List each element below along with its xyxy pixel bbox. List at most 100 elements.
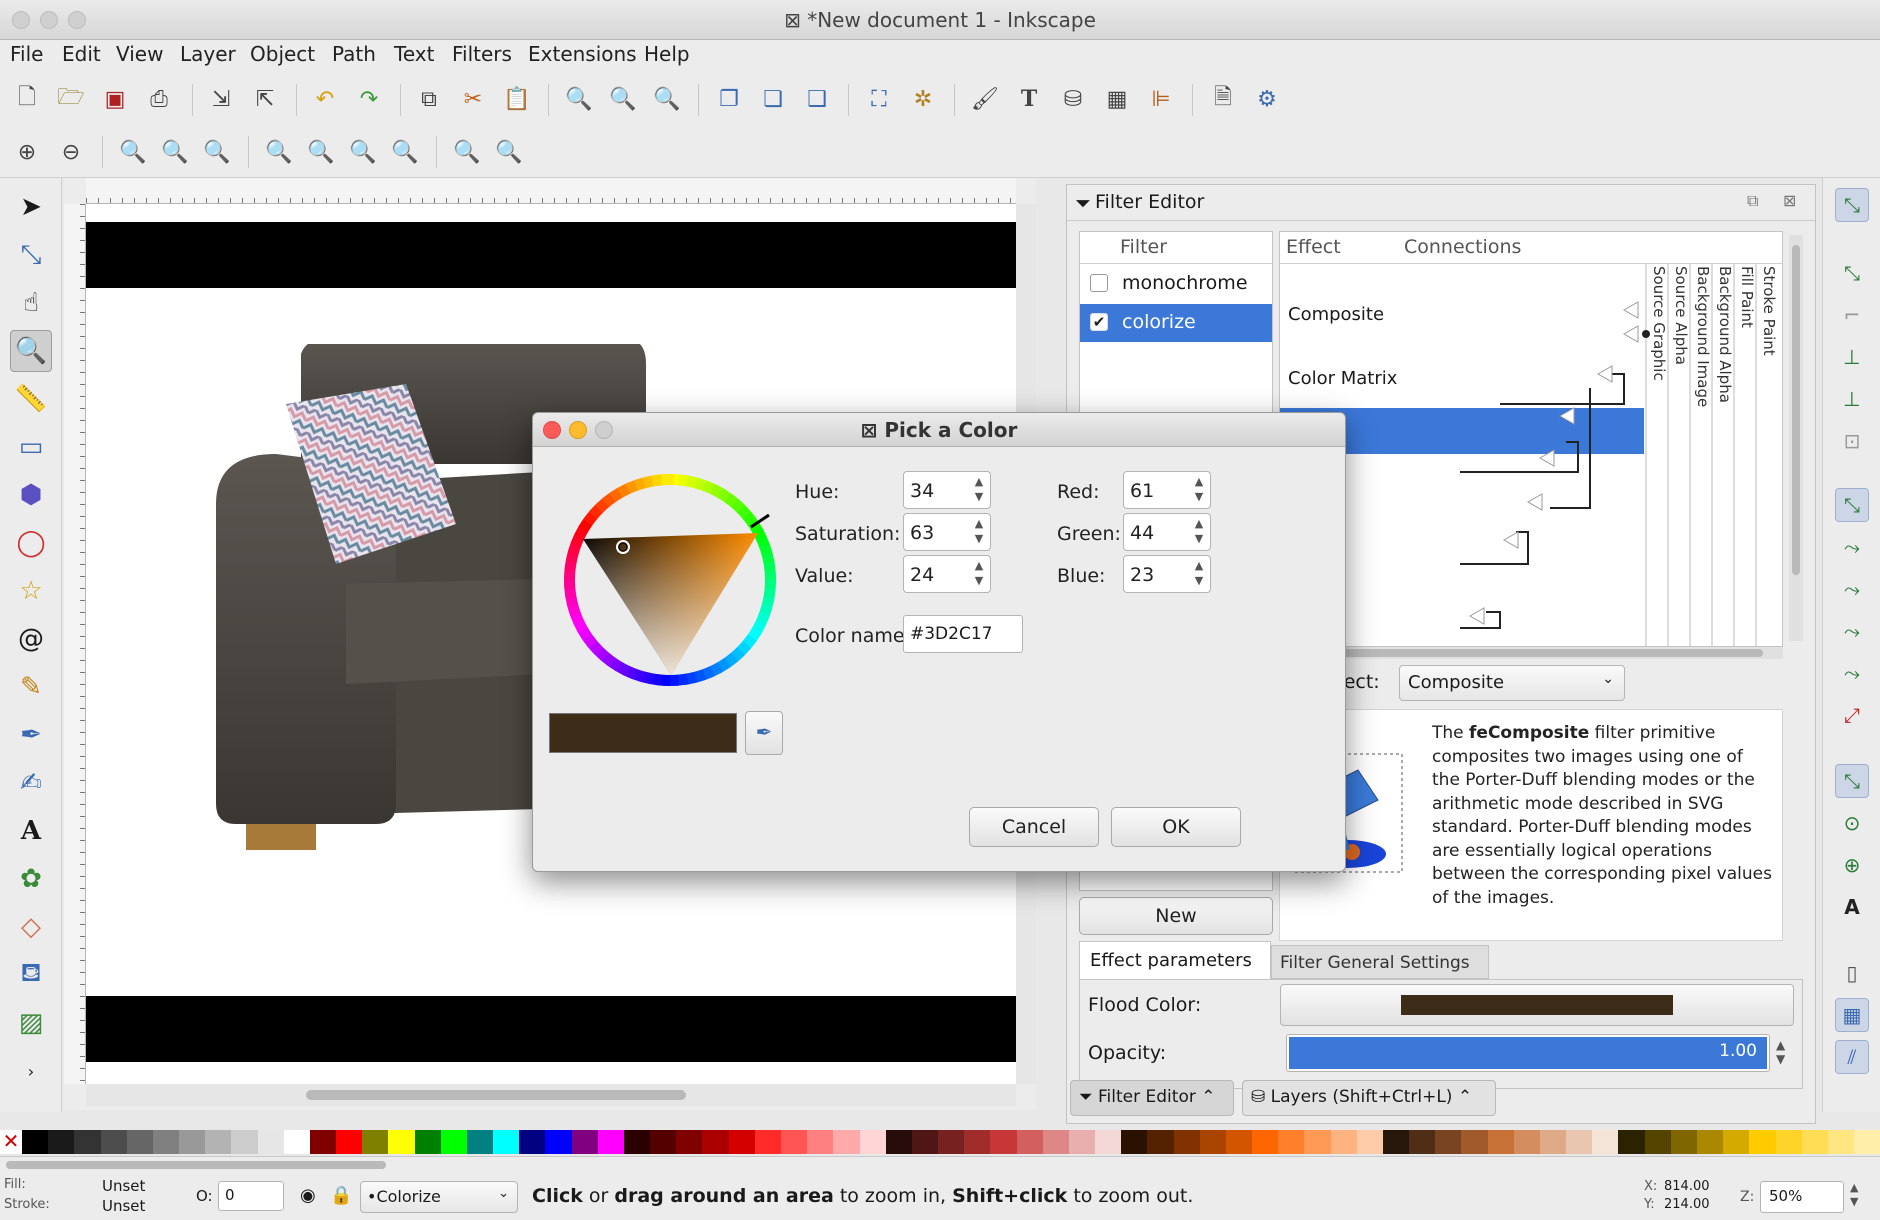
palette-swatch[interactable] — [702, 1130, 729, 1154]
palette-swatch[interactable] — [1513, 1130, 1540, 1154]
palette-swatch[interactable] — [833, 1130, 860, 1154]
palette-swatch[interactable] — [205, 1130, 232, 1154]
zoom-out-icon[interactable]: ⊖ — [56, 137, 86, 167]
gradient-tool-icon[interactable]: ▨ — [10, 1002, 52, 1044]
new-document-icon[interactable]: 🗋 — [12, 84, 42, 114]
paste-icon[interactable]: 📋 — [502, 84, 532, 114]
print-icon[interactable]: ⎙ — [144, 84, 174, 114]
group-icon[interactable]: ⛶ — [864, 84, 894, 114]
palette-swatch[interactable] — [336, 1130, 363, 1154]
new-filter-button[interactable]: New — [1079, 897, 1273, 935]
more-tools-chevron-icon[interactable]: › — [10, 1050, 52, 1092]
palette-swatch[interactable] — [1644, 1130, 1671, 1154]
palette-swatch[interactable] — [859, 1130, 886, 1154]
zoom-input[interactable]: 50% — [1760, 1181, 1844, 1213]
dock-tab-layers[interactable]: ⛁ Layers (Shift+Ctrl+L) ⌃ — [1242, 1080, 1496, 1116]
snap-bbox-midpoint-icon[interactable]: ⊥ — [1835, 382, 1869, 416]
palette-swatch[interactable] — [1592, 1130, 1619, 1154]
palette-swatch[interactable] — [1539, 1130, 1567, 1154]
snap-page-border-icon[interactable]: ▯ — [1835, 956, 1869, 990]
zoom-spin-arrows-icon[interactable]: ▲ ▼ — [1850, 1181, 1858, 1209]
ungroup-icon[interactable]: ✲ — [908, 84, 938, 114]
palette-swatch[interactable] — [1801, 1130, 1828, 1154]
red-spinbox[interactable]: 61 ▲ ▼ — [1123, 471, 1211, 509]
pencil-tool-icon[interactable]: ✎ — [10, 666, 52, 708]
value-spinbox[interactable]: 24 ▲ ▼ — [903, 555, 991, 593]
palette-swatch[interactable] — [911, 1130, 939, 1154]
palette-swatch[interactable] — [650, 1130, 677, 1154]
palette-swatch[interactable] — [1225, 1130, 1253, 1154]
filter-checkbox-monochrome[interactable] — [1090, 274, 1108, 292]
menu-view[interactable]: View — [116, 42, 163, 66]
cut-icon[interactable]: ✂ — [458, 84, 488, 114]
measure-tool-icon[interactable]: 📏 — [10, 378, 52, 420]
palette-swatch[interactable] — [1147, 1130, 1174, 1154]
menu-object[interactable]: Object — [250, 42, 315, 66]
palette-swatch[interactable] — [1670, 1130, 1697, 1154]
3d-box-tool-icon[interactable]: ⬢ — [10, 474, 52, 516]
color-name-input[interactable]: #3D2C17 — [903, 615, 1023, 653]
spin-arrows-icon[interactable]: ▲ ▼ — [970, 558, 988, 590]
text-font-icon[interactable]: T — [1014, 84, 1044, 114]
palette-swatch[interactable] — [1566, 1130, 1593, 1154]
visibility-eye-icon[interactable]: ◉ — [300, 1185, 316, 1206]
color-palette[interactable]: ✕ — [0, 1130, 1880, 1154]
zoom-selection-2-icon[interactable]: 🔍 — [264, 137, 294, 167]
menu-edit[interactable]: Edit — [62, 42, 101, 66]
zoom-1-1-icon[interactable]: 🔍 — [118, 137, 148, 167]
spin-arrows-icon[interactable]: ▲ ▼ — [970, 516, 988, 548]
snap-bbox-icon[interactable]: ⤡ — [1835, 256, 1869, 290]
snap-grid-icon[interactable]: ▦ — [1835, 998, 1869, 1032]
layers-icon[interactable]: ⛁ — [1058, 84, 1088, 114]
opacity-slider[interactable]: 1.00 — [1286, 1034, 1770, 1072]
text-tool-icon[interactable]: A — [10, 810, 52, 852]
open-icon[interactable]: 🗁 — [56, 84, 86, 114]
palette-swatch[interactable] — [1435, 1130, 1462, 1154]
snap-smooth-nodes-icon[interactable]: ⤳ — [1835, 656, 1869, 690]
effects-vertical-scrollbar[interactable] — [1789, 235, 1803, 641]
palette-swatch[interactable] — [1409, 1130, 1436, 1154]
spin-arrows-icon[interactable]: ▲ ▼ — [970, 474, 988, 506]
palette-swatch[interactable] — [990, 1130, 1017, 1154]
spin-arrows-icon[interactable]: ▲ ▼ — [1190, 474, 1208, 506]
fill-value[interactable]: Unset — [102, 1177, 145, 1195]
palette-swatch[interactable] — [179, 1130, 206, 1154]
clone-icon[interactable]: ❏ — [758, 84, 788, 114]
palette-swatch[interactable] — [885, 1130, 912, 1154]
pen-tool-icon[interactable]: ✒ — [10, 714, 52, 756]
snap-bbox-center-icon[interactable]: ⊡ — [1835, 424, 1869, 458]
eraser-tool-icon[interactable]: ◇ — [10, 906, 52, 948]
palette-swatch[interactable] — [728, 1130, 755, 1154]
palette-swatch[interactable] — [48, 1130, 75, 1154]
fill-stroke-icon[interactable]: 🖌 — [970, 84, 1000, 114]
palette-swatch[interactable] — [1749, 1130, 1776, 1154]
palette-swatch[interactable] — [309, 1130, 337, 1154]
duplicate-icon[interactable]: ❐ — [714, 84, 744, 114]
palette-swatch[interactable] — [1173, 1130, 1200, 1154]
dock-tab-filter-editor[interactable]: ⏷ Filter Editor ⌃ — [1070, 1080, 1234, 1116]
palette-swatch[interactable] — [100, 1130, 127, 1154]
zoom-2-1-icon[interactable]: 🔍 — [202, 137, 232, 167]
lock-icon[interactable]: 🔒 — [330, 1185, 352, 1206]
star-tool-icon[interactable]: ☆ — [10, 570, 52, 612]
palette-swatch[interactable] — [1775, 1130, 1802, 1154]
menu-text[interactable]: Text — [394, 42, 434, 66]
rectangle-tool-icon[interactable]: ▭ — [10, 426, 52, 468]
palette-swatch[interactable] — [74, 1130, 101, 1154]
snap-enable-icon[interactable]: ⤡ — [1835, 188, 1869, 222]
palette-swatch[interactable] — [1278, 1130, 1305, 1154]
spiral-tool-icon[interactable]: @ — [10, 618, 52, 660]
snap-others-icon[interactable]: ⤡ — [1835, 764, 1869, 798]
opacity-status-input[interactable]: 0 — [218, 1181, 284, 1211]
palette-swatch[interactable] — [1016, 1130, 1043, 1154]
snap-text-baseline-icon[interactable]: A — [1835, 890, 1869, 924]
palette-swatch[interactable] — [1199, 1130, 1226, 1154]
spray-tool-icon[interactable]: ✿ — [10, 858, 52, 900]
export-icon[interactable]: ⇱ — [250, 84, 280, 114]
palette-swatch[interactable] — [440, 1130, 467, 1154]
snap-bbox-edge-icon[interactable]: ⌐ — [1835, 298, 1869, 332]
palette-scroll-thumb[interactable] — [6, 1161, 386, 1169]
palette-swatch[interactable] — [1095, 1130, 1122, 1154]
zoom-page-icon[interactable]: 🔍 — [652, 84, 682, 114]
snap-cusp-nodes-icon[interactable]: ⤳ — [1835, 614, 1869, 648]
